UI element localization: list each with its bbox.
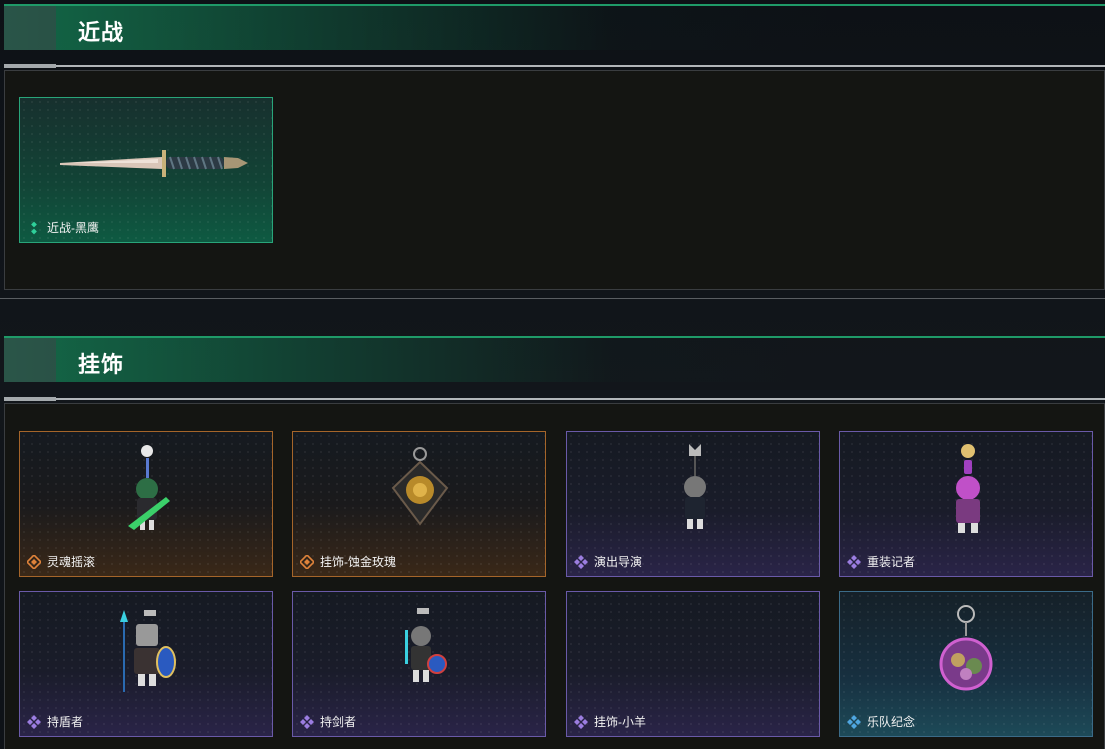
melee-panel: 近战-黑鹰 <box>4 70 1105 290</box>
item-name: 乐队纪念 <box>867 715 916 729</box>
charms-panel: 灵魂摇滚 挂饰-蚀金玫瑰 演出导演 重装记者 持盾者 持剑者 挂饰-小羊 乐队纪… <box>4 403 1105 749</box>
item-name: 持剑者 <box>320 715 357 729</box>
rarity-orange-icon <box>300 554 314 569</box>
section-header-square <box>4 338 56 382</box>
section-title: 近战 <box>78 20 125 45</box>
item-name: 挂饰-小羊 <box>594 715 646 729</box>
item-name: 演出导演 <box>594 555 643 569</box>
section-header-charms: 挂饰 <box>4 336 1105 382</box>
item-label-row: 持盾者 <box>27 713 83 730</box>
item-name: 灵魂摇滚 <box>47 555 96 569</box>
wolf-helmet-charm-icon <box>684 444 706 529</box>
swordsman-charm-icon <box>405 608 447 682</box>
item-name: 持盾者 <box>47 715 84 729</box>
rarity-purple-icon <box>300 714 314 729</box>
item-label-row: 灵魂摇滚 <box>27 553 95 570</box>
item-card-shield-bearer[interactable]: 持盾者 <box>19 591 273 737</box>
rose-charm-icon <box>391 447 449 526</box>
item-label-row: 持剑者 <box>300 713 356 730</box>
rarity-purple-icon <box>574 554 588 569</box>
item-label-row: 挂饰-蚀金玫瑰 <box>300 553 396 570</box>
separator-line <box>0 298 1105 299</box>
band-badge-charm-icon <box>939 605 993 691</box>
guitarist-charm-icon <box>128 445 170 530</box>
item-name: 近战-黑鹰 <box>47 221 99 235</box>
item-name: 重装记者 <box>867 555 916 569</box>
rarity-green-icon <box>31 221 37 234</box>
item-label-row: 乐队纪念 <box>847 713 915 730</box>
item-card-melee-blackhawk[interactable]: 近战-黑鹰 <box>19 97 273 243</box>
item-label-row: 重装记者 <box>847 553 915 570</box>
rarity-purple-icon <box>27 714 41 729</box>
item-card-soul-rock[interactable]: 灵魂摇滚 <box>19 431 273 577</box>
shield-knight-charm-icon <box>120 610 176 692</box>
item-name: 挂饰-蚀金玫瑰 <box>320 555 396 569</box>
item-card-band-memorial[interactable]: 乐队纪念 <box>839 591 1093 737</box>
item-card-reporter[interactable]: 重装记者 <box>839 431 1093 577</box>
knife-icon <box>60 150 248 177</box>
section-divider <box>4 397 1105 401</box>
item-label-row: 演出导演 <box>574 553 642 570</box>
reporter-charm-icon <box>956 444 980 533</box>
item-label-row: 挂饰-小羊 <box>574 713 646 730</box>
rarity-purple-icon <box>574 714 588 729</box>
section-divider <box>4 64 1105 68</box>
section-title: 挂饰 <box>78 352 125 377</box>
item-card-rose[interactable]: 挂饰-蚀金玫瑰 <box>292 431 546 577</box>
rarity-blue-icon <box>847 714 861 729</box>
item-card-swordsman[interactable]: 持剑者 <box>292 591 546 737</box>
rarity-orange-icon <box>27 554 41 569</box>
section-header-square <box>4 6 56 50</box>
section-header-melee: 近战 <box>4 4 1105 50</box>
item-card-director[interactable]: 演出导演 <box>566 431 820 577</box>
item-card-lamb[interactable]: 挂饰-小羊 <box>566 591 820 737</box>
item-label-row: 近战-黑鹰 <box>27 219 99 236</box>
rarity-purple-icon <box>847 554 861 569</box>
